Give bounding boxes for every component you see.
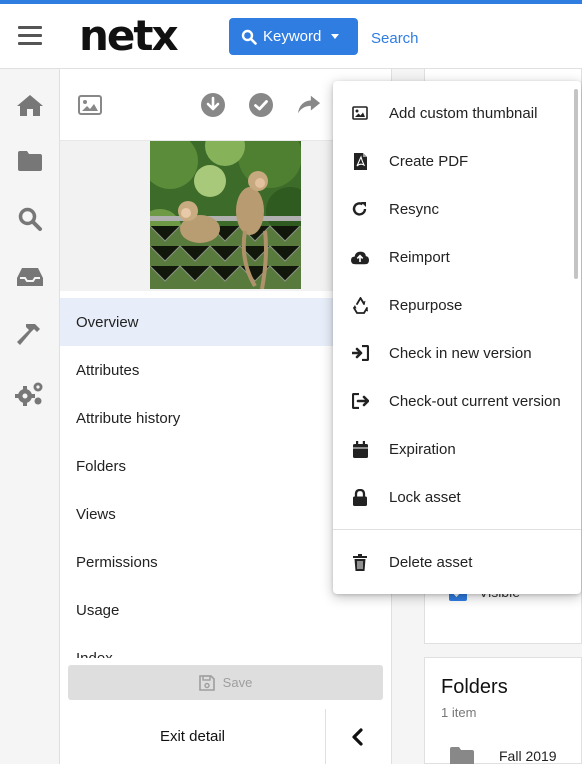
search-icon — [241, 29, 257, 45]
download-icon[interactable] — [201, 93, 225, 117]
trash-icon — [351, 553, 369, 571]
folders-count: 1 item — [441, 705, 477, 720]
menu-divider — [333, 529, 581, 530]
folder-name: Fall 2019 — [499, 748, 557, 764]
menu-item-add-custom-thumbnail[interactable]: Add custom thumbnail — [333, 89, 581, 137]
hamburger-menu-icon[interactable] — [18, 26, 42, 46]
menu-item-expiration[interactable]: Expiration — [333, 425, 581, 473]
detail-footer: Exit detail — [60, 709, 392, 764]
menu-item-resync[interactable]: Resync — [333, 185, 581, 233]
folder-icon — [450, 747, 474, 764]
image-icon — [351, 104, 369, 122]
caret-down-icon — [331, 34, 340, 39]
menu-item-check-out-current-version[interactable]: Check-out current version — [333, 377, 581, 425]
folders-title: Folders — [441, 676, 508, 698]
pdf-icon — [351, 152, 369, 170]
left-icon-rail — [0, 69, 60, 764]
folders-card: Folders 1 item Fall 2019 — [424, 657, 582, 764]
menu-item-lock-asset[interactable]: Lock asset — [333, 473, 581, 521]
keyword-label: Keyword — [263, 28, 322, 45]
menu-item-delete-asset[interactable]: Delete asset — [333, 538, 581, 586]
sign-in-icon — [351, 344, 369, 362]
menu-item-check-in-new-version[interactable]: Check in new version — [333, 329, 581, 377]
search-icon[interactable] — [14, 203, 46, 235]
save-button[interactable]: Save — [68, 665, 383, 700]
hammer-icon[interactable] — [14, 319, 46, 351]
netx-logo[interactable]: netx — [79, 14, 179, 58]
menu-item-reimport[interactable]: Reimport — [333, 233, 581, 281]
menu-item-create-pdf[interactable]: Create PDF — [333, 137, 581, 185]
share-icon[interactable] — [297, 93, 321, 117]
search-link[interactable]: Search — [371, 30, 419, 47]
calendar-icon — [351, 440, 369, 458]
chevron-left-icon[interactable] — [350, 727, 366, 747]
home-icon[interactable] — [14, 89, 46, 121]
folder-item[interactable]: Fall 2019 — [449, 746, 557, 764]
exit-detail-button[interactable]: Exit detail — [60, 709, 326, 764]
lock-icon — [351, 488, 369, 506]
keyword-dropdown-button[interactable]: Keyword — [229, 18, 358, 55]
cogs-icon[interactable] — [14, 377, 46, 409]
check-circle-icon[interactable] — [249, 93, 273, 117]
top-bar: netx Keyword Search — [0, 0, 582, 69]
redo-icon — [351, 200, 369, 218]
folder-icon[interactable] — [14, 145, 46, 177]
nav-item-index[interactable]: Index — [60, 634, 392, 659]
inbox-icon[interactable] — [14, 261, 46, 293]
save-label: Save — [222, 675, 253, 690]
image-icon[interactable] — [78, 93, 102, 117]
menu-item-repurpose[interactable]: Repurpose — [333, 281, 581, 329]
cloud-upload-icon — [351, 248, 369, 266]
floppy-disk-icon — [198, 674, 215, 691]
sign-out-icon — [351, 392, 369, 410]
recycle-icon — [351, 296, 369, 314]
asset-actions-menu: Add custom thumbnail Create PDF Resync R… — [333, 81, 581, 594]
asset-thumbnail[interactable] — [150, 141, 301, 289]
